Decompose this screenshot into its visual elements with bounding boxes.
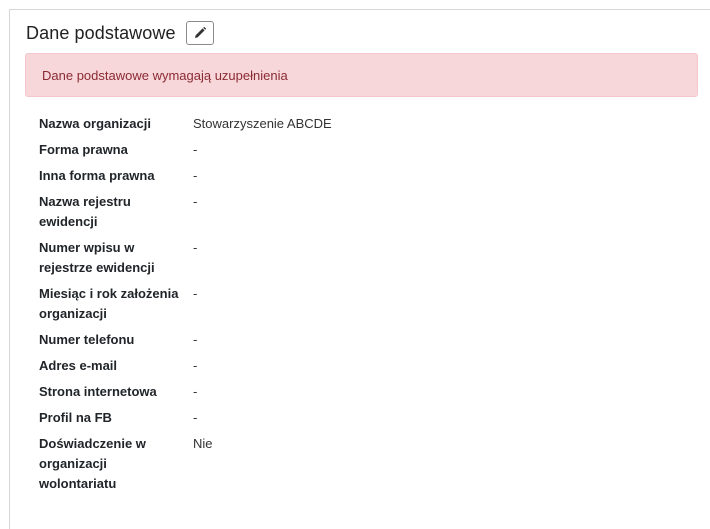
detail-label: Strona internetowa <box>39 384 157 399</box>
detail-label: Nazwa organizacji <box>39 116 151 131</box>
detail-label: Doświadczenie w organizacji wolontariatu <box>39 436 146 491</box>
detail-label: Inna forma prawna <box>39 168 155 183</box>
detail-value: - <box>193 168 198 183</box>
detail-label: Miesiąc i rok założenia organizacji <box>39 286 179 321</box>
detail-value: - <box>193 384 198 399</box>
detail-row-founding-date: Miesiąc i rok założenia organizacji - <box>39 284 699 324</box>
detail-row-phone: Numer telefonu - <box>39 330 699 350</box>
section-header: Dane podstawowe <box>26 21 214 45</box>
basic-data-panel: Dane podstawowe Dane podstawowe wymagają… <box>9 9 710 529</box>
edit-button[interactable] <box>185 21 214 45</box>
detail-row-registry-name: Nazwa rejestru ewidencji - <box>39 192 699 232</box>
incomplete-data-alert: Dane podstawowe wymagają uzupełnienia <box>25 53 698 97</box>
detail-row-other-legal-form: Inna forma prawna - <box>39 166 699 186</box>
detail-row-volunteering-experience: Doświadczenie w organizacji wolontariatu… <box>39 434 699 494</box>
detail-row-registry-number: Numer wpisu w rejestrze ewidencji - <box>39 238 699 278</box>
detail-value: - <box>193 194 198 209</box>
detail-value: - <box>193 286 198 301</box>
detail-row-website: Strona internetowa - <box>39 382 699 402</box>
detail-value: - <box>193 358 198 373</box>
details-list: Nazwa organizacji Stowarzyszenie ABCDE F… <box>39 114 699 500</box>
detail-value: - <box>193 332 198 347</box>
detail-row-organization-name: Nazwa organizacji Stowarzyszenie ABCDE <box>39 114 699 134</box>
section-title: Dane podstawowe <box>26 22 176 43</box>
detail-label: Numer telefonu <box>39 332 135 347</box>
detail-value: - <box>193 410 198 425</box>
detail-label: Forma prawna <box>39 142 128 157</box>
detail-value: - <box>193 240 198 255</box>
alert-text: Dane podstawowe wymagają uzupełnienia <box>42 67 288 83</box>
detail-row-legal-form: Forma prawna - <box>39 140 699 160</box>
detail-row-email: Adres e-mail - <box>39 356 699 376</box>
detail-row-facebook-profile: Profil na FB - <box>39 408 699 428</box>
pencil-icon <box>194 27 206 38</box>
detail-value: Stowarzyszenie ABCDE <box>193 116 332 131</box>
detail-value: - <box>193 142 198 157</box>
detail-value: Nie <box>193 436 213 451</box>
detail-label: Profil na FB <box>39 410 112 425</box>
detail-label: Adres e-mail <box>39 358 118 373</box>
detail-label: Nazwa rejestru ewidencji <box>39 194 131 229</box>
detail-label: Numer wpisu w rejestrze ewidencji <box>39 240 155 275</box>
